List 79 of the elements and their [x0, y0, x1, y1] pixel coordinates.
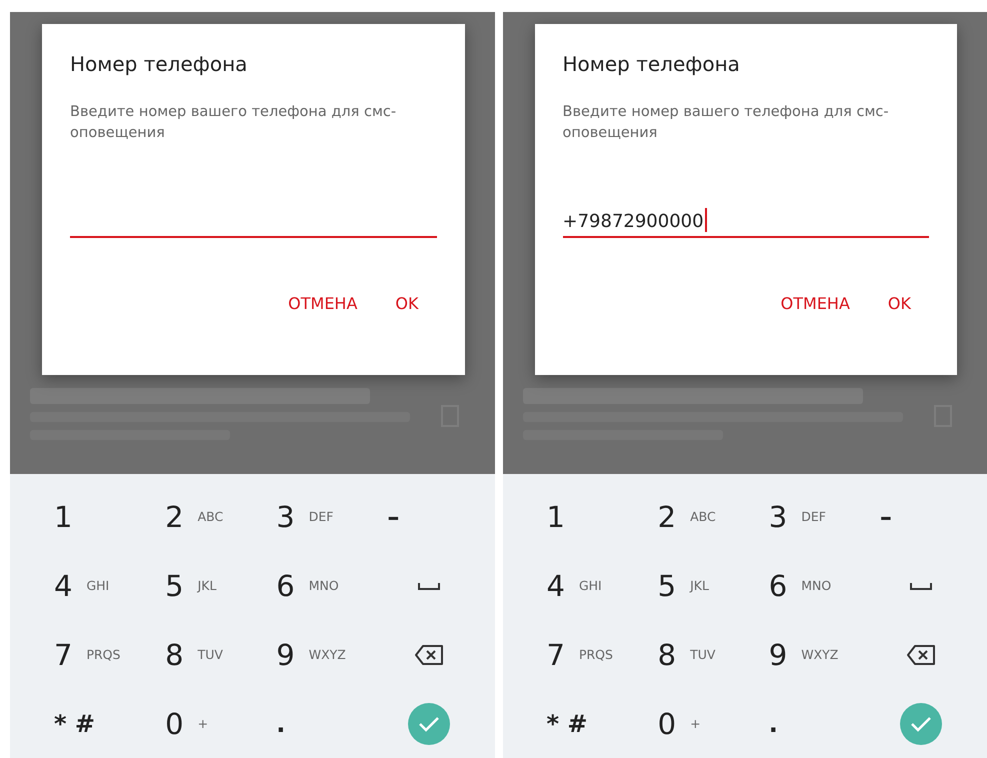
key-digit: 6: [276, 568, 295, 602]
keypad-key[interactable]: 1: [40, 482, 152, 551]
key-letters: +: [690, 716, 701, 731]
key-digit: 5: [165, 568, 184, 602]
key-digit: 8: [165, 638, 184, 672]
keypad-key[interactable]: 2 ABC: [644, 482, 755, 551]
dialog-button[interactable]: ОТМЕНА: [282, 290, 364, 317]
dialog-button[interactable]: OK: [389, 290, 424, 317]
keypad-key[interactable]: –: [866, 482, 977, 551]
keypad-key[interactable]: 4 GHI: [532, 551, 644, 620]
key-digit: 0: [658, 706, 676, 740]
key-letters: +: [198, 716, 208, 731]
key-letters: TUV: [198, 647, 223, 662]
key-digit: 4: [54, 568, 72, 602]
key-digit: 2: [658, 500, 676, 534]
key-letters: GHI: [578, 578, 602, 593]
keypad-key[interactable]: 3 DEF: [262, 482, 374, 551]
key-digit: 4: [546, 568, 565, 602]
keypad-key[interactable]: .: [262, 689, 374, 758]
key-digit: 2: [165, 500, 184, 534]
dialog-button[interactable]: OK: [882, 290, 917, 317]
keypad-key[interactable]: 9 WXYZ: [754, 620, 866, 689]
key-digit: 3: [768, 500, 788, 534]
backspace-icon: [414, 644, 444, 666]
key-letters: GHI: [86, 578, 110, 593]
keypad-key[interactable]: 8 TUV: [644, 620, 755, 689]
keypad-key[interactable]: 1: [532, 482, 644, 551]
key-letters: JKL: [690, 578, 709, 593]
key-digit: 5: [658, 568, 676, 602]
keypad-key[interactable]: 5 JKL: [644, 551, 755, 620]
dialog-title: Номер телефона: [562, 52, 741, 76]
keypad-key[interactable]: –: [373, 482, 484, 551]
backspace-icon: [906, 644, 936, 666]
keypad-key[interactable]: 3 DEF: [754, 482, 866, 551]
keypad-key[interactable]: 6 MNO: [262, 551, 374, 620]
keypad-key[interactable]: 4 GHI: [40, 551, 152, 620]
key-letters: MNO: [801, 578, 832, 593]
keypad-key[interactable]: * #: [40, 689, 152, 758]
dialog-button[interactable]: ОТМЕНА: [774, 290, 856, 317]
keypad-key[interactable]: 0 +: [151, 689, 262, 758]
keypad-key[interactable]: 5 JKL: [151, 551, 262, 620]
key-digit: 8: [658, 638, 676, 672]
key-letters: DEF: [801, 509, 826, 524]
key-letters: PRQS: [86, 647, 120, 662]
keypad-key[interactable]: 0 +: [644, 689, 755, 758]
phone-input-field[interactable]: +79872900000: [562, 204, 929, 238]
checkmark-icon: [408, 702, 450, 744]
key-digit: 0: [165, 706, 184, 740]
dialog-message: Введите номер вашего телефона для смс-оповещения: [70, 103, 398, 143]
key-digit: 1: [546, 500, 565, 534]
keypad-key[interactable]: 6 MNO: [754, 551, 866, 620]
key-digit: 7: [54, 638, 72, 672]
key-letters: WXYZ: [308, 647, 346, 662]
space-icon: [910, 582, 932, 590]
key-letters: DEF: [308, 509, 334, 524]
key-letters: WXYZ: [801, 647, 838, 662]
key-digit: 6: [768, 568, 788, 602]
key-letters: ABC: [198, 509, 224, 524]
key-letters: TUV: [690, 647, 716, 662]
key-digit: 1: [54, 500, 72, 534]
key-letters: PRQS: [578, 647, 613, 662]
key-digit: 7: [546, 638, 565, 672]
dialog-title: Номер телефона: [70, 52, 248, 76]
key-digit: 9: [768, 638, 788, 672]
key-letters: ABC: [690, 509, 716, 524]
key-letters: JKL: [198, 578, 216, 593]
keypad-key[interactable]: 7 PRQS: [532, 620, 644, 689]
key-digit: 3: [276, 500, 295, 534]
keypad-key[interactable]: 9 WXYZ: [262, 620, 374, 689]
dialog-message: Введите номер вашего телефона для смс-оповещения: [562, 103, 890, 143]
checkmark-icon: [900, 702, 942, 744]
keypad-key[interactable]: .: [754, 689, 866, 758]
key-digit: 9: [276, 638, 295, 672]
keypad-key[interactable]: 7 PRQS: [40, 620, 152, 689]
key-letters: MNO: [308, 578, 339, 593]
keypad-key[interactable]: 8 TUV: [151, 620, 262, 689]
keypad-key[interactable]: 2 ABC: [151, 482, 262, 551]
space-icon: [418, 582, 440, 590]
keypad-key[interactable]: * #: [532, 689, 644, 758]
